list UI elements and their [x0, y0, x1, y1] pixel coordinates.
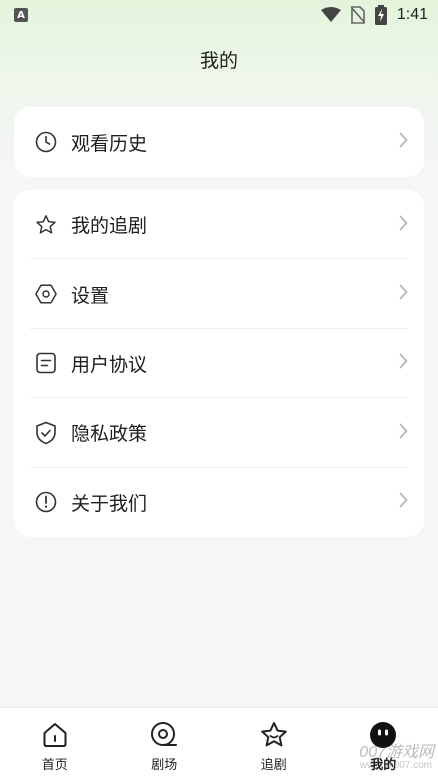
chevron-right-icon [399, 132, 408, 152]
clock-icon [35, 131, 57, 153]
wifi-icon [320, 7, 341, 22]
menu-item-label: 设置 [71, 284, 110, 307]
menu-item-label: 我的追剧 [71, 215, 148, 238]
menu-item-about-us[interactable]: 关于我们 [14, 468, 424, 537]
page-title: 我的 [199, 50, 238, 72]
chevron-right-icon [399, 492, 408, 512]
info-circle-icon [35, 491, 57, 513]
chevron-right-icon [399, 423, 408, 443]
app-notification-icon: A [14, 8, 28, 22]
tab-theater[interactable]: 剧场 [110, 708, 220, 780]
menu-card: 我的追剧 设置 用户协议 隐私政策 关于我们 [14, 190, 424, 537]
watermark: 007游戏网 [359, 744, 434, 761]
menu-item-my-follows[interactable]: 我的追剧 [14, 190, 424, 260]
chevron-right-icon [399, 215, 408, 235]
tab-label: 首页 [41, 758, 68, 773]
chevron-right-icon [399, 353, 408, 373]
menu-item-label: 观看历史 [71, 132, 148, 155]
tab-label: 剧场 [151, 758, 178, 773]
watermark-url: www.yx007.com [359, 760, 432, 771]
menu-item-watch-history[interactable]: 观看历史 [14, 107, 424, 177]
shield-check-icon [35, 421, 57, 445]
menu-item-privacy-policy[interactable]: 隐私政策 [14, 398, 424, 468]
document-icon [35, 352, 57, 374]
menu-item-label: 关于我们 [71, 492, 148, 515]
battery-charging-icon [374, 5, 387, 25]
status-bar: A 1:41 [0, 0, 438, 30]
history-card: 观看历史 [14, 107, 424, 177]
menu-item-user-agreement[interactable]: 用户协议 [14, 329, 424, 399]
menu-item-label: 用户协议 [71, 353, 148, 376]
tab-home[interactable]: 首页 [0, 708, 110, 780]
tab-follow[interactable]: 追剧 [219, 708, 329, 780]
tab-label: 追剧 [260, 758, 287, 773]
star-icon [35, 214, 57, 236]
menu-item-label: 隐私政策 [71, 423, 148, 446]
home-icon [40, 720, 70, 750]
theater-icon [149, 720, 179, 750]
hexagon-settings-icon [35, 283, 57, 305]
no-sim-icon [350, 6, 365, 24]
chevron-right-icon [399, 284, 408, 304]
status-time: 1:41 [396, 6, 428, 23]
menu-item-settings[interactable]: 设置 [14, 259, 424, 329]
star-icon [259, 720, 289, 750]
